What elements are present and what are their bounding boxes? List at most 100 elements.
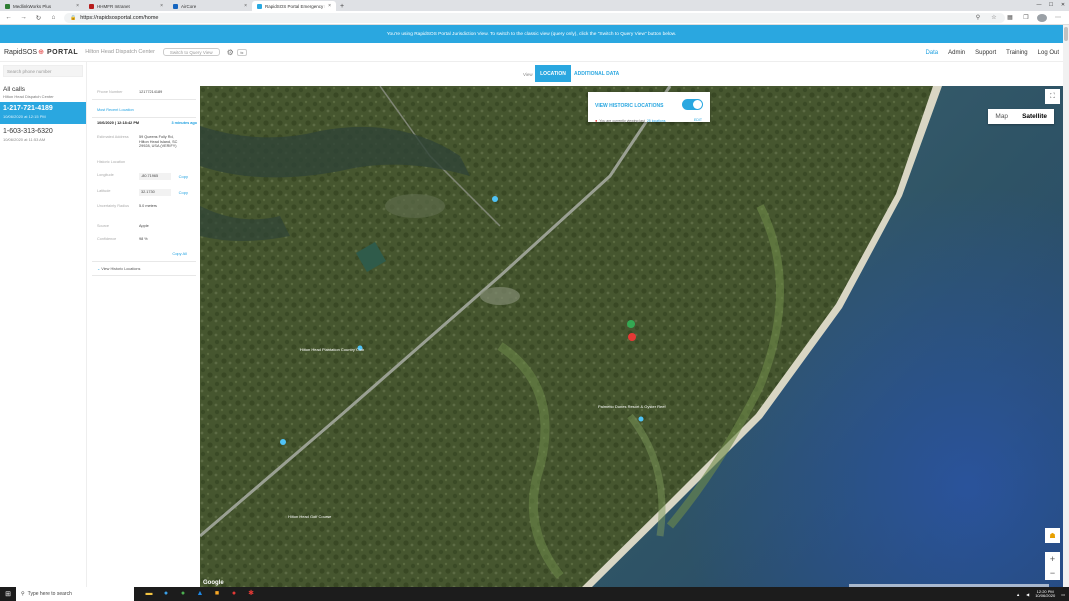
minimize-icon[interactable]: — [1033, 0, 1045, 10]
zoom-out-icon[interactable]: − [1045, 566, 1060, 580]
satellite-map[interactable]: Hilton Head Plantation Country Club Palm… [200, 86, 1063, 587]
most-recent-location-link[interactable]: Most Recent Location [97, 108, 197, 113]
chrome-icon[interactable]: ● [178, 589, 188, 599]
call-item-selected[interactable]: 1-217-721-4189 10/06/2020 at 12:15 PM [0, 102, 86, 124]
uncertainty-value: 5.0 meters [139, 204, 157, 208]
street-view-icon[interactable]: ☗ [1045, 528, 1060, 543]
file-explorer-icon[interactable]: ▬ [144, 589, 154, 599]
logo-portal: PORTAL [46, 48, 79, 56]
call-item[interactable]: 1-603-313-6320 10/06/2020 at 11:53 AM [0, 125, 86, 145]
nav-admin[interactable]: Admin [948, 50, 965, 56]
call-datetime: 10/06/2020 at 11:53 AM [3, 137, 46, 142]
tab-label: MedlinkWorks Plus [13, 3, 52, 9]
satellite-imagery: Hilton Head Plantation Country Club Palm… [200, 86, 1063, 587]
map-type-map[interactable]: Map [988, 109, 1015, 124]
system-tray: ▲ ◀ 12:20 PM 10/06/2020 ▭ [1016, 587, 1065, 601]
call-number: 1-603-313-6320 [3, 128, 53, 135]
zoom-in-icon[interactable]: + [1045, 552, 1060, 566]
browser-tab-active[interactable]: RapidSOS Portal Emergency Incide × [252, 1, 336, 11]
historic-edit-button[interactable]: EDIT [694, 118, 702, 122]
phone-label: Phone Number [97, 90, 123, 94]
phone-search-input[interactable]: Search phone number [3, 65, 83, 77]
switch-to-query-view-button[interactable]: Switch to Query View [162, 48, 220, 56]
gear-icon[interactable]: ⚙ [227, 48, 234, 57]
all-calls-header[interactable]: All calls Hilton Head Dispatch Center [0, 80, 86, 99]
close-window-icon[interactable]: ✕ [1057, 0, 1069, 10]
historic-count-link[interactable]: 25 locations [647, 119, 666, 123]
view-historic-locations-toggle[interactable]: ⌄ View Historic Locations [97, 267, 197, 272]
close-icon[interactable]: × [160, 3, 163, 9]
map-label-mid: Palmetto Dunes Resort & Oyster Reef [598, 404, 666, 409]
location-age: 3 minutes ago [171, 121, 197, 125]
edge-icon[interactable]: ● [161, 589, 171, 599]
volume-icon[interactable]: ◀ [1026, 592, 1029, 597]
longitude-label: Longitude [97, 173, 114, 177]
page-scrollbar[interactable] [1063, 25, 1069, 587]
nav-support[interactable]: Support [975, 50, 996, 56]
app-icon[interactable]: ● [229, 589, 239, 599]
notifications-icon[interactable]: ▭ [1061, 592, 1065, 597]
windows-taskbar: ⊞ ⚲ Type here to search ▬ ● ● ▲ ■ ● ✱ ▲ … [0, 587, 1069, 601]
new-tab-button[interactable]: + [336, 1, 348, 11]
toggle-button[interactable]: ⇆ [236, 48, 247, 56]
home-icon[interactable]: ⌂ [49, 14, 58, 21]
map-type-satellite[interactable]: Satellite [1015, 109, 1054, 124]
close-icon[interactable]: × [328, 3, 331, 9]
historic-info-prefix: You are currently viewing last [599, 118, 645, 123]
browser-tab[interactable]: MedlinkWorks Plus × [0, 1, 84, 11]
tab-additional-data[interactable]: ADDITIONAL DATA [574, 65, 619, 82]
jurisdiction-banner: You're using RapidSOS Portal Jurisdictio… [0, 25, 1063, 43]
copy-latitude-button[interactable]: Copy [179, 190, 188, 195]
top-nav: Data Admin Support Training Log Out [925, 43, 1059, 62]
divider [92, 117, 196, 118]
app-icon[interactable]: ✱ [246, 589, 256, 599]
nav-training[interactable]: Training [1006, 50, 1027, 56]
close-icon[interactable]: × [244, 3, 247, 9]
copy-longitude-button[interactable]: Copy [179, 174, 188, 179]
copy-all-button[interactable]: Copy All [172, 251, 187, 256]
taskbar-clock[interactable]: 12:20 PM 10/06/2020 [1035, 589, 1056, 599]
google-logo: Google [203, 580, 224, 586]
browser-tab[interactable]: AirCore × [168, 1, 252, 11]
scrollbar-thumb[interactable] [1064, 27, 1068, 41]
location-details-panel: Phone Number 12177214189 Most Recent Loc… [92, 85, 197, 285]
divider [92, 261, 196, 262]
forward-icon[interactable]: → [19, 14, 28, 21]
fullscreen-icon[interactable]: ⛶ [1045, 89, 1060, 104]
close-icon[interactable]: × [76, 3, 79, 9]
nav-logout[interactable]: Log Out [1038, 50, 1059, 56]
address-bar[interactable]: 🔒 https://rapidsosportal.com/home [64, 12, 1005, 23]
reload-icon[interactable]: ↻ [34, 14, 43, 22]
browser-tab[interactable]: HHMFR Intranet × [84, 1, 168, 11]
avatar [1037, 14, 1047, 22]
toggle-knob [693, 100, 702, 109]
maximize-icon[interactable]: ☐ [1045, 0, 1057, 10]
longitude-value: -80.71965 [139, 173, 171, 180]
all-calls-title: All calls [3, 86, 26, 93]
taskbar-search[interactable]: ⚲ Type here to search [16, 587, 134, 601]
map-label-bottom: Hilton Head Golf Course [288, 514, 332, 519]
windows-start-icon[interactable]: ⊞ [0, 590, 16, 598]
latitude-value: 32.1730 [139, 189, 171, 196]
tab-location[interactable]: LOCATION [535, 65, 571, 82]
favicon-icon [89, 3, 94, 9]
back-icon[interactable]: ← [4, 14, 13, 21]
app-icon[interactable]: ■ [212, 589, 222, 599]
call-number: 1-217-721-4189 [3, 105, 53, 112]
rapidsos-logo[interactable]: RapidSOS ⊕ PORTAL [4, 48, 79, 57]
address-line1: 59 Queens Folly Rd, [139, 135, 174, 139]
favicon-icon [5, 3, 10, 9]
network-icon[interactable]: ▲ [1016, 592, 1020, 597]
map-label-left: Hilton Head Plantation Country Club [300, 347, 365, 352]
zoom-control: + − [1045, 552, 1060, 580]
address-line2: Hilton Head Island, SC [139, 139, 178, 144]
confidence-value: 98 % [139, 237, 148, 241]
logo-text: RapidSOS [4, 48, 38, 56]
app-icon[interactable]: ▲ [195, 589, 205, 599]
historic-toggle[interactable] [682, 99, 703, 110]
divider [92, 99, 196, 100]
pin-icon: ● [595, 118, 598, 123]
clock-date: 10/06/2020 [1035, 593, 1056, 598]
nav-data[interactable]: Data [925, 50, 938, 56]
center-name: Hilton Head Dispatch Center [85, 49, 155, 55]
